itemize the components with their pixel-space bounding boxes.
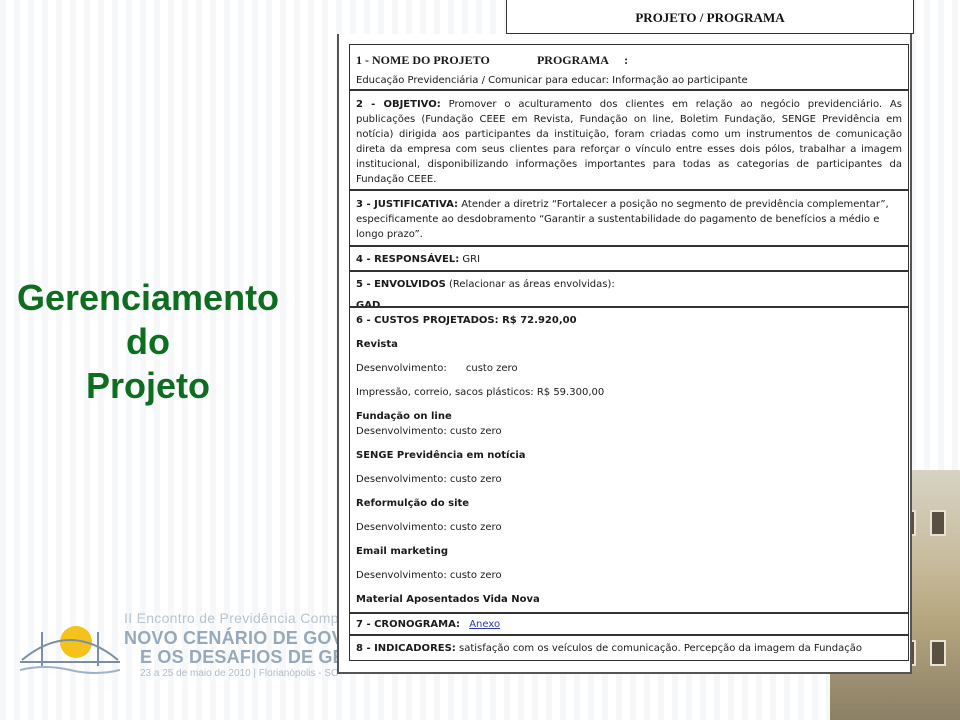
fol-title: Fundação on line — [356, 411, 452, 422]
section-schedule: 7 - CRONOGRAMA: Anexo — [349, 613, 909, 635]
section-justification: 3 - JUSTIFICATIVA: Atender a diretriz “F… — [349, 190, 909, 246]
objective-label: 2 - OBJETIVO: — [356, 99, 441, 110]
section-title: Gerenciamento do Projeto — [0, 276, 296, 408]
costs-label: 6 - CUSTOS PROJETADOS: R$ 72.920,00 — [356, 315, 577, 326]
senge-dev: Desenvolvimento: custo zero — [356, 474, 502, 485]
material-title: Material Aposentados Vida Nova — [356, 594, 540, 605]
schedule-annex-link[interactable]: Anexo — [469, 619, 500, 630]
project-name-label: 1 - NOME DO PROJETO — [356, 53, 490, 67]
senge-title: SENGE Previdência em notícia — [356, 450, 526, 461]
fol-dev: Desenvolvimento: custo zero — [356, 426, 502, 437]
email-title: Email marketing — [356, 546, 449, 557]
involved-label: 5 - ENVOLVIDOS — [356, 279, 446, 290]
responsible-label: 4 - RESPONSÁVEL: — [356, 254, 460, 265]
window — [930, 510, 946, 536]
section-title-line: Projeto — [85, 365, 210, 406]
revista-dev-label: Desenvolvimento: — [356, 363, 447, 374]
section-objective: 2 - OBJETIVO: Promover o aculturamento d… — [349, 90, 909, 190]
site-title: Reformulção do site — [356, 498, 470, 509]
event-logo: II Encontro de Previdência Complementar … — [20, 610, 480, 680]
revista-dev-value: custo zero — [465, 363, 518, 374]
revista-title: Revista — [356, 339, 398, 350]
document-header: PROJETO / PROGRAMA — [506, 0, 914, 34]
project-name-value: Educação Previdenciária / Comunicar para… — [356, 75, 748, 86]
section-title-line: Gerenciamento — [16, 277, 280, 318]
indicators-text: satisfação com os veículos de comunicaçã… — [458, 643, 862, 654]
section-responsible: 4 - RESPONSÁVEL: GRI — [349, 246, 909, 271]
revista-print-cost: Impressão, correio, sacos plásticos: R$ … — [356, 387, 605, 398]
section-title-line: do — [126, 321, 170, 362]
involved-value: GAD — [356, 300, 381, 307]
project-document: 1 - NOME DO PROJETO PROGRAMA : Educação … — [337, 34, 912, 674]
responsible-value: GRI — [462, 254, 481, 265]
section-indicators: 8 - INDICADORES: satisfação com os veícu… — [349, 635, 909, 661]
site-dev: Desenvolvimento: custo zero — [356, 522, 502, 533]
indicators-label: 8 - INDICADORES: — [356, 643, 456, 654]
section-involved: 5 - ENVOLVIDOS (Relacionar as áreas envo… — [349, 271, 909, 307]
colon: : — [624, 53, 629, 67]
email-dev: Desenvolvimento: custo zero — [356, 570, 502, 581]
justification-label: 3 - JUSTIFICATIVA: — [356, 199, 459, 210]
window — [930, 640, 946, 666]
schedule-label: 7 - CRONOGRAMA: — [356, 619, 461, 630]
section-project-name: 1 - NOME DO PROJETO PROGRAMA : Educação … — [349, 44, 909, 90]
section-costs: 6 - CUSTOS PROJETADOS: R$ 72.920,00 Revi… — [349, 307, 909, 613]
event-date: 23 a 25 de maio de 2010 | Florianópolis … — [140, 668, 339, 679]
bridge-sun-logo — [20, 626, 120, 674]
objective-text: Promover o aculturamento dos clientes em… — [356, 99, 902, 185]
involved-hint: (Relacionar as áreas envolvidas): — [448, 279, 615, 290]
program-label: PROGRAMA — [536, 53, 609, 67]
